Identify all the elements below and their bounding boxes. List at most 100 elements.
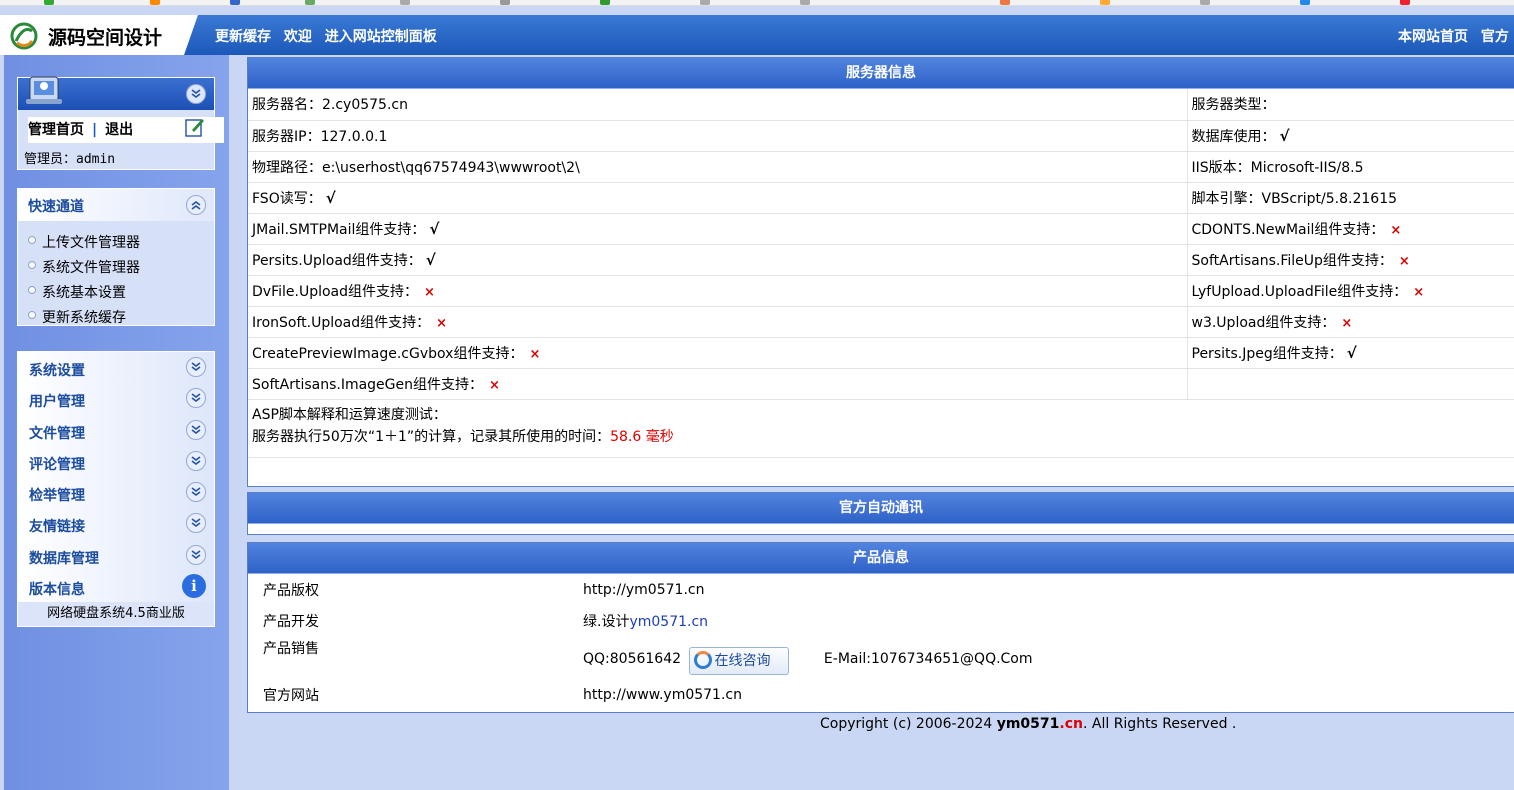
server-info-cell-left: FSO读写： √ xyxy=(248,182,1187,214)
server-info-row: 物理路径：e:\userhost\qq67574943\wwwroot\2\ II… xyxy=(248,151,1514,183)
server-info-cell-right: SoftArtisans.FileUp组件支持： × xyxy=(1186,244,1514,276)
logo-text: 源码空间设计 xyxy=(48,27,163,49)
chevron-down-icon[interactable] xyxy=(186,388,206,409)
server-info-text: CreatePreviewImage.cGvbox组件支持： xyxy=(252,345,524,362)
server-info-row: 服务器IP：127.0.0.1 数据库使用： √ xyxy=(248,120,1514,152)
site-home-link[interactable]: 本网站首页 xyxy=(1398,29,1468,45)
quick-item-upload-manager[interactable]: 上传文件管理器 xyxy=(26,231,214,256)
menu-item-database-management[interactable]: 数据库管理 xyxy=(18,539,214,572)
product-sales-label: 产品销售 xyxy=(263,641,319,657)
cross-icon: × xyxy=(1341,315,1353,331)
cross-icon: × xyxy=(436,315,448,331)
server-info-cell-left: 服务器名：2.cy0575.cn xyxy=(248,89,1187,121)
chevron-down-icon[interactable] xyxy=(186,450,206,471)
product-dev-link[interactable]: ym0571.cn xyxy=(629,614,708,630)
speed-test: ASP脚本解释和运算速度测试： 服务器执行50万次“1＋1”的计算，记录其所使用… xyxy=(248,400,1514,458)
header-bar: 源码空间设计 更新缓存 欢迎 进入网站控制面板 本网站首页 官方 xyxy=(0,15,1514,55)
logo[interactable]: 源码空间设计 xyxy=(0,15,198,55)
menu-item-comment-management[interactable]: 评论管理 xyxy=(18,445,214,478)
server-info-text: w3.Upload组件支持： xyxy=(1191,314,1336,331)
online-consult-button[interactable]: 在线咨询 xyxy=(689,647,790,675)
footer-prefix: Copyright (c) 2006-2024 xyxy=(820,716,997,732)
server-info-row: FSO读写： √ 脚本引擎：VBScript/5.8.21615 xyxy=(248,182,1514,214)
quick-panel-title: 快速通道 xyxy=(28,199,84,215)
footer-brand: ym0571 xyxy=(996,716,1060,732)
top-nav-right: 本网站首页 官方 xyxy=(1398,26,1514,46)
server-info-row: SoftArtisans.ImageGen组件支持： × xyxy=(248,368,1514,400)
cross-icon: × xyxy=(1390,222,1402,238)
chevron-down-icon[interactable] xyxy=(186,419,206,440)
server-info-text: FSO读写： xyxy=(252,190,322,207)
product-dev-label: 产品开发 xyxy=(263,613,319,630)
admin-panel-header xyxy=(18,76,214,110)
menu-item-report-management[interactable]: 检举管理 xyxy=(18,477,214,509)
server-info-text: CDONTS.NewMail组件支持： xyxy=(1191,221,1385,238)
chevron-down-icon[interactable] xyxy=(186,357,206,377)
menu-item-file-management[interactable]: 文件管理 xyxy=(18,414,214,446)
logo-icon xyxy=(10,22,38,50)
check-icon: √ xyxy=(1279,126,1290,145)
cross-icon: × xyxy=(489,377,500,393)
admin-collapse-button[interactable] xyxy=(186,84,206,104)
product-info-title: 产品信息 xyxy=(248,543,1514,574)
chevron-down-icon[interactable] xyxy=(186,513,206,534)
server-info-cell-right: LyfUpload.UploadFile组件支持： × xyxy=(1186,275,1514,307)
quick-item-update-cache[interactable]: 更新系统缓存 xyxy=(26,306,214,331)
quick-collapse-button[interactable] xyxy=(186,195,206,215)
quick-item-file-manager[interactable]: 系统文件管理器 xyxy=(26,256,214,281)
product-sales-email: E-Mail:1076734651@QQ.Com xyxy=(823,651,1033,667)
chevron-down-icon[interactable] xyxy=(186,482,206,503)
product-dev-value: 绿.设计ym0571.cn xyxy=(583,605,1514,636)
admin-home-link[interactable]: 管理首页 xyxy=(28,122,84,138)
edit-icon[interactable] xyxy=(184,116,206,138)
menu-panel: 系统设置 用户管理 文件管理 评论管理 检举管理 友情链接 数据库管理 版本信息… xyxy=(17,351,215,627)
sidebar: 管理首页 | 退出 管理员：admin 快速通道 上传文件管理器 系统文件管理器 系… xyxy=(4,55,229,790)
chevron-up-icon xyxy=(191,201,201,210)
chevron-down-icon xyxy=(191,89,201,98)
speed-test-result: 58.6 毫秒 xyxy=(610,428,674,445)
server-info-text: Persits.Upload组件支持： xyxy=(252,252,422,269)
refresh-cache-link[interactable]: 更新缓存 xyxy=(215,29,271,45)
server-info-cell-right: 数据库使用： √ xyxy=(1186,120,1514,152)
server-info-cell-right: 服务器类型： xyxy=(1186,89,1514,121)
server-info-cell-right xyxy=(1186,368,1514,400)
menu-item-friend-links[interactable]: 友情链接 xyxy=(18,508,214,540)
speed-test-line: 服务器执行50万次“1＋1”的计算，记录其所使用的时间：58.6 毫秒 xyxy=(252,426,1514,448)
product-copyright-value: http://ym0571.cn xyxy=(583,581,705,598)
server-info-cell-left: 物理路径：e:\userhost\qq67574943\wwwroot\2\ xyxy=(248,151,1187,183)
admin-name: 管理员：admin xyxy=(24,152,116,167)
menu-item-user-management[interactable]: 用户管理 xyxy=(18,383,214,415)
product-row-sales: 产品销售 QQ:80561642 在线咨询 E-Mail:1076734651@… xyxy=(248,636,1514,679)
quick-panel-header[interactable]: 快速通道 xyxy=(18,189,214,221)
server-info-cell-left: 服务器IP：127.0.0.1 xyxy=(248,120,1187,152)
consult-icon xyxy=(694,651,713,669)
menu-item-system-settings[interactable]: 系统设置 xyxy=(18,352,214,384)
admin-link-separator: | xyxy=(92,122,98,138)
server-info-panel: 服务器信息 服务器名：2.cy0575.cn 服务器类型： 服务器IP：127.0.… xyxy=(247,57,1514,487)
product-site-value[interactable]: http://www.ym0571.cn xyxy=(583,679,1514,710)
check-icon: √ xyxy=(1346,343,1357,362)
quick-item-basic-settings[interactable]: 系统基本设置 xyxy=(26,281,214,306)
check-icon: √ xyxy=(429,219,440,238)
menu-item-version-info[interactable]: 版本信息 i xyxy=(18,571,214,603)
menu-item-label: 友情链接 xyxy=(29,519,85,536)
server-info-row: CreatePreviewImage.cGvbox组件支持： × Persits.J… xyxy=(248,337,1514,369)
admin-avatar-icon xyxy=(26,76,62,104)
info-icon[interactable]: i xyxy=(182,574,206,599)
server-info-cell-left: CreatePreviewImage.cGvbox组件支持： × xyxy=(248,337,1187,369)
cross-icon: × xyxy=(529,346,541,362)
official-link[interactable]: 官方 xyxy=(1481,29,1509,45)
menu-item-label: 检举管理 xyxy=(29,488,85,505)
online-consult-label: 在线咨询 xyxy=(714,653,771,669)
welcome-link[interactable]: 欢迎 xyxy=(284,29,312,45)
menu-item-label: 系统设置 xyxy=(29,363,85,379)
product-row-website: 官方网站 http://www.ym0571.cn xyxy=(248,679,1514,710)
logout-link[interactable]: 退出 xyxy=(105,122,133,138)
server-info-text: IronSoft.Upload组件支持： xyxy=(252,314,431,331)
chevron-down-icon[interactable] xyxy=(186,544,206,565)
server-info-text: LyfUpload.UploadFile组件支持： xyxy=(1191,283,1408,300)
server-info-text: 物理路径：e:\userhost\qq67574943\wwwroot\2\ xyxy=(252,159,580,176)
server-info-row: JMail.SMTPMail组件支持： √ CDONTS.NewMail组件支持： × xyxy=(248,213,1514,245)
notice-panel: 官方自动通讯 xyxy=(247,492,1514,535)
control-panel-link[interactable]: 进入网站控制面板 xyxy=(325,29,437,45)
